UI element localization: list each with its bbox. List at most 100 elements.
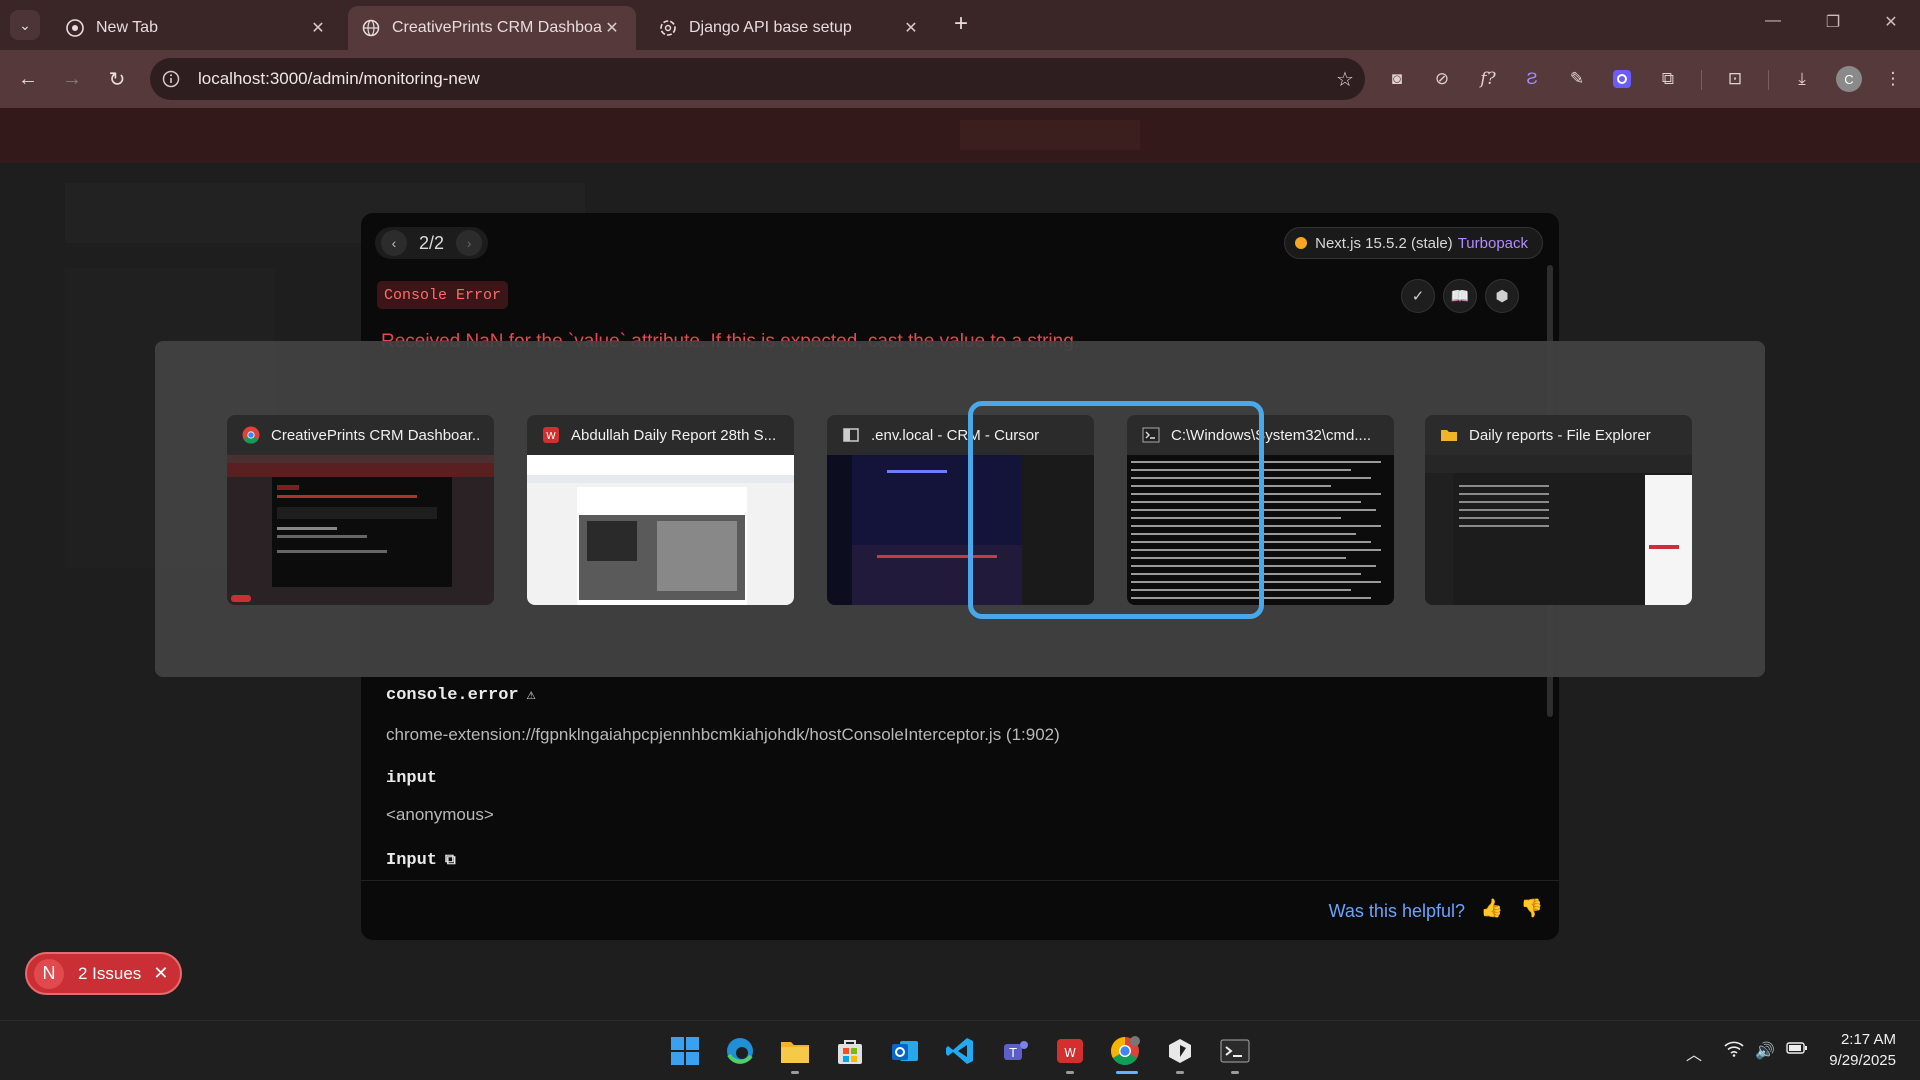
extensions-puzzle-icon[interactable]: ⧉ <box>1655 66 1681 92</box>
error-type-badge: Console Error <box>377 281 509 309</box>
bookmark-star-icon[interactable]: ☆ <box>1325 67 1365 92</box>
thumbs-down-icon[interactable]: 👎 <box>1519 898 1545 924</box>
window-preview <box>227 455 494 605</box>
warning-icon: ⚠ <box>526 687 536 704</box>
external-link-icon[interactable]: ⧉ <box>445 852 456 869</box>
clock-time: 2:17 AM <box>1840 1031 1896 1048</box>
start-icon[interactable] <box>667 1033 703 1069</box>
stack-frame-title: console.error ⚠ <box>386 685 536 705</box>
tab-title: CreativePrints CRM Dashboard <box>392 19 602 36</box>
stale-status-dot <box>1295 237 1308 249</box>
error-count: 2/2 <box>419 232 445 253</box>
stack-frame-path[interactable]: chrome-extension://fgpnklngaiahpcpjennhb… <box>386 725 1060 745</box>
switcher-window-chrome[interactable]: CreativePrints CRM Dashboar... <box>227 415 494 605</box>
active-indicator <box>1116 1071 1138 1074</box>
tab-new-tab[interactable]: New Tab ✕ <box>52 6 342 50</box>
switcher-window-explorer[interactable]: Daily reports - File Explorer <box>1425 415 1692 605</box>
close-tab-icon[interactable]: ✕ <box>308 18 328 38</box>
chrome-icon <box>66 19 84 37</box>
stack-title-text: console.error <box>386 686 519 705</box>
feedback-prompt: Was this helpful? <box>1328 901 1465 921</box>
cursor-icon[interactable] <box>1162 1033 1198 1069</box>
file-explorer-icon[interactable] <box>777 1033 813 1069</box>
checkmark-icon[interactable]: ✓ <box>1401 279 1435 313</box>
window-preview <box>1425 455 1692 605</box>
hexagon-icon[interactable]: ⬢ <box>1485 279 1519 313</box>
wps-writer-icon: W <box>541 425 561 445</box>
window-title: Daily reports - File Explorer <box>1469 426 1651 444</box>
site-info-icon[interactable] <box>150 58 192 100</box>
menu-dots-icon[interactable]: ⋮ <box>1880 66 1906 92</box>
terminal-icon[interactable] <box>1217 1033 1253 1069</box>
profile-avatar[interactable]: C <box>1836 66 1862 92</box>
prev-error-button[interactable]: ‹ <box>381 230 407 256</box>
version-label: Next.js 15.5.2 (stale) <box>1315 234 1453 252</box>
edge-icon[interactable] <box>722 1033 758 1069</box>
svg-text:W: W <box>546 431 556 442</box>
show-hidden-icons-chevron[interactable]: ︿ <box>1686 1041 1702 1065</box>
toolbar-divider <box>1768 70 1769 90</box>
teams-icon[interactable]: T <box>997 1033 1033 1069</box>
close-tab-icon[interactable]: ✕ <box>901 18 921 38</box>
tab-django-api[interactable]: Django API base setup ✕ <box>645 6 935 50</box>
issues-label: 2 Issues <box>78 963 142 983</box>
restore-button[interactable]: ❐ <box>1818 12 1848 32</box>
gear-extension-icon[interactable] <box>1609 66 1635 92</box>
openai-icon <box>659 19 677 37</box>
outlook-icon[interactable] <box>887 1033 923 1069</box>
chrome-icon <box>241 425 261 445</box>
eyedropper-extension-icon[interactable]: ✎ <box>1564 66 1590 92</box>
browser-tabstrip: ⌄ New Tab ✕ CreativePrints CRM Dashboard… <box>0 0 1920 50</box>
battery-icon[interactable] <box>1786 1041 1808 1060</box>
new-tab-button[interactable]: + <box>948 12 974 38</box>
browser-toolbar: ← → ↻ localhost:3000/admin/monitoring-ne… <box>0 50 1920 108</box>
back-button[interactable]: ← <box>12 63 44 95</box>
camera-extension-icon[interactable]: ◙ <box>1384 66 1410 92</box>
wps-icon[interactable]: W <box>1052 1033 1088 1069</box>
download-icon[interactable]: ⤓ <box>1789 66 1815 92</box>
next-error-button[interactable]: › <box>456 230 483 256</box>
task-switcher: CreativePrints CRM Dashboar... W Abdulla… <box>155 341 1765 677</box>
stack-frame-name: Input ⧉ <box>386 851 456 870</box>
address-bar[interactable]: localhost:3000/admin/monitoring-new ☆ <box>150 58 1365 100</box>
font-extension-icon[interactable]: f? <box>1475 66 1501 92</box>
toolbar-divider <box>1701 70 1702 90</box>
overlay-actions: ✓ 📖 ⬢ <box>1401 279 1519 313</box>
switcher-selection-ring <box>968 401 1264 619</box>
window-preview <box>527 455 794 605</box>
system-clock[interactable]: 2:17 AM 9/29/2025 <box>1829 1029 1896 1071</box>
running-indicator <box>1066 1071 1074 1074</box>
switcher-window-wps[interactable]: W Abdullah Daily Report 28th S... <box>527 415 794 605</box>
bundler-label: Turbopack <box>1457 234 1528 252</box>
reload-button[interactable]: ↻ <box>101 63 133 95</box>
store-icon[interactable] <box>832 1033 868 1069</box>
globe-icon <box>362 19 380 37</box>
thumbs-up-icon[interactable]: 👍 <box>1479 898 1505 924</box>
nextjs-version-badge[interactable]: Next.js 15.5.2 (stale) Turbopack <box>1284 227 1543 259</box>
close-tab-icon[interactable]: ✕ <box>602 18 622 38</box>
nextjs-logo: N <box>34 958 64 989</box>
close-window-button[interactable]: ✕ <box>1876 12 1906 32</box>
url-text: localhost:3000/admin/monitoring-new <box>198 69 480 88</box>
s-extension-icon[interactable]: Ƨ <box>1519 66 1545 92</box>
vscode-icon[interactable] <box>942 1033 978 1069</box>
compass-extension-icon[interactable]: ⊘ <box>1429 66 1455 92</box>
error-pager: ‹ 2/2 › <box>375 227 489 259</box>
wifi-icon[interactable] <box>1724 1041 1744 1062</box>
forward-button[interactable]: → <box>56 63 88 95</box>
running-indicator <box>1231 1071 1239 1074</box>
tab-creativeprints-crm[interactable]: CreativePrints CRM Dashboard ✕ <box>348 6 636 50</box>
window-title: Abdullah Daily Report 28th S... <box>571 426 777 444</box>
screenshot-icon[interactable]: ⊡ <box>1722 66 1748 92</box>
issues-pill[interactable]: N 2 Issues ✕ <box>25 952 182 995</box>
tab-title: New Tab <box>96 19 158 36</box>
minimize-button[interactable]: — <box>1758 12 1788 30</box>
svg-text:W: W <box>1064 1046 1076 1060</box>
tab-search-button[interactable]: ⌄ <box>10 10 40 40</box>
window-title: CreativePrints CRM Dashboar... <box>271 426 480 444</box>
volume-icon[interactable]: 🔊 <box>1755 1041 1775 1061</box>
cursor-icon <box>841 425 861 445</box>
chrome-icon[interactable] <box>1107 1033 1143 1069</box>
book-docs-icon[interactable]: 📖 <box>1443 279 1477 313</box>
close-icon[interactable]: ✕ <box>153 963 168 984</box>
